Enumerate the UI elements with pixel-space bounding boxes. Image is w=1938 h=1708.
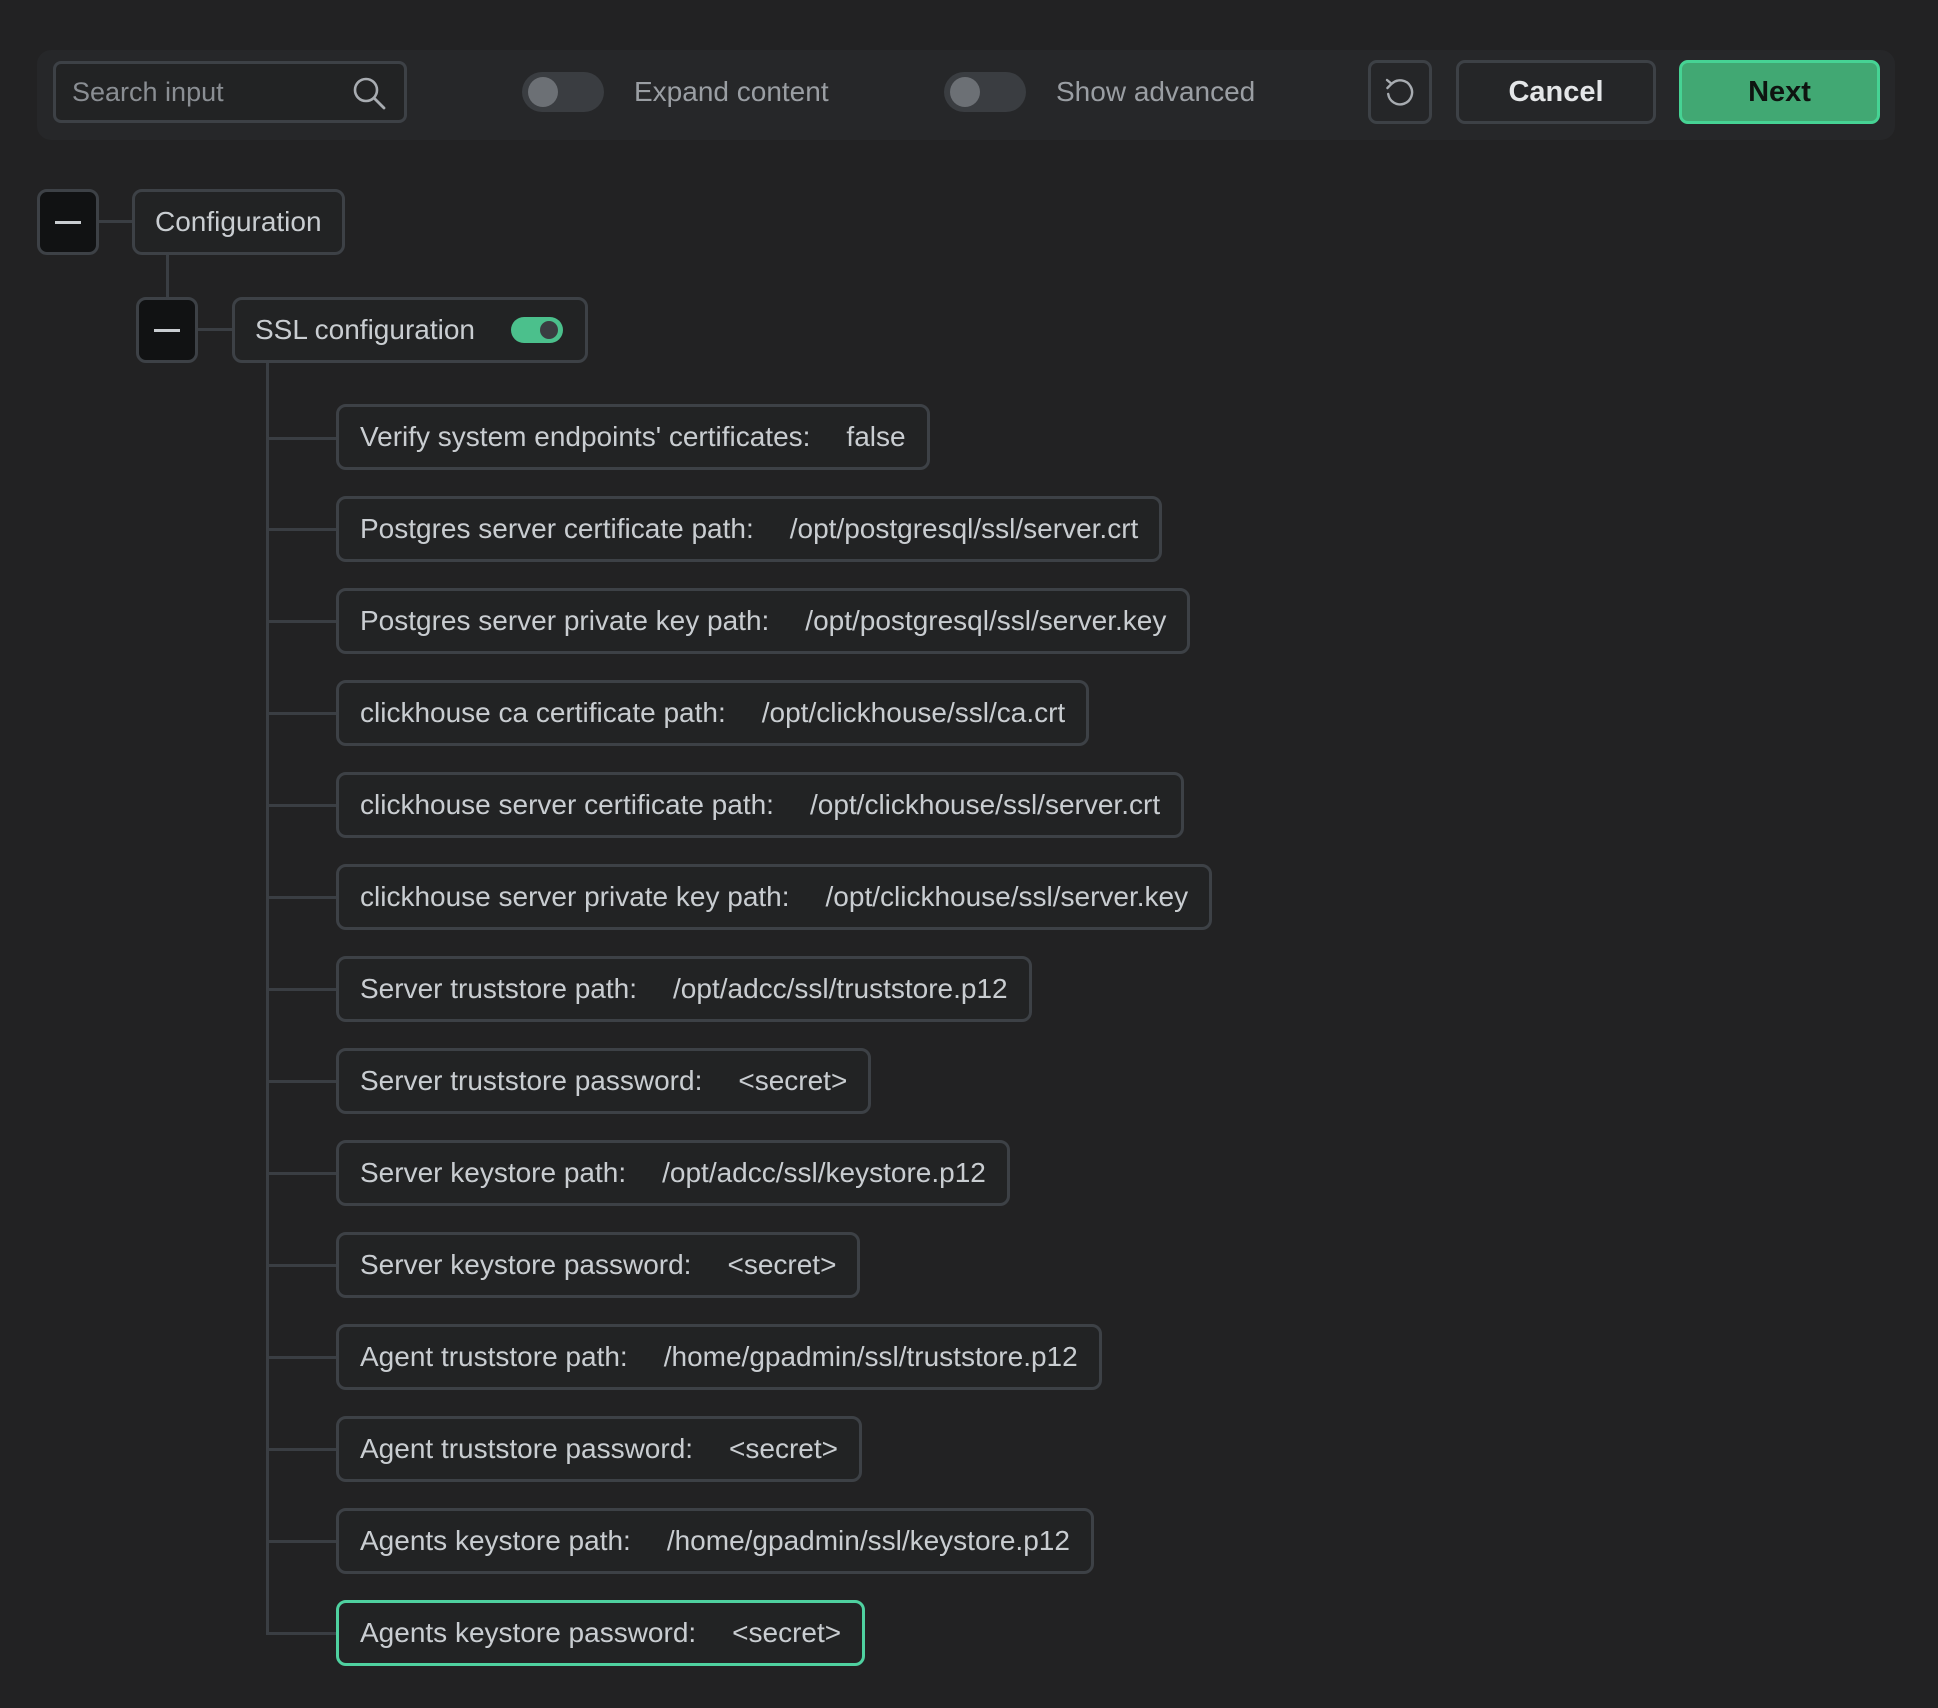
tree-connector <box>266 896 336 899</box>
item-value: /opt/postgresql/ssl/server.key <box>805 605 1167 636</box>
tree-item-selected[interactable]: Agents keystore password: <secret> <box>336 1600 866 1666</box>
item-label: clickhouse server private key path: <box>360 881 790 912</box>
item-value: /opt/postgresql/ssl/server.crt <box>789 513 1139 544</box>
tree-connector <box>266 804 336 807</box>
item-value: /opt/clickhouse/ssl/server.key <box>825 881 1189 912</box>
tree-item[interactable]: clickhouse server certificate path: /opt… <box>336 772 1185 838</box>
tree-item[interactable]: Agent truststore path: /home/gpadmin/ssl… <box>336 1324 1102 1390</box>
tree-connector <box>266 1264 336 1267</box>
item-label: Postgres server certificate path: <box>360 513 754 544</box>
item-value: /opt/adcc/ssl/truststore.p12 <box>673 973 1008 1004</box>
collapse-ssl-button[interactable] <box>136 297 198 363</box>
tree-connector <box>266 1632 336 1635</box>
expand-content-label: Expand content <box>634 76 829 107</box>
tree-item[interactable]: Verify system endpoints' certificates: f… <box>336 404 930 470</box>
tree-connector <box>266 528 336 531</box>
tree-connector <box>166 254 169 300</box>
tree-node-configuration[interactable]: Configuration <box>132 189 345 255</box>
search-input[interactable] <box>70 64 350 120</box>
ssl-enabled-toggle[interactable] <box>511 317 563 343</box>
item-value: /home/gpadmin/ssl/keystore.p12 <box>666 1525 1070 1556</box>
show-advanced-toggle[interactable] <box>944 72 1026 112</box>
tree-node-label: SSL configuration <box>255 314 475 345</box>
item-value: <secret> <box>727 1249 837 1280</box>
item-label: Agents keystore path: <box>360 1525 631 1556</box>
tree-item[interactable]: Server truststore password: <secret> <box>336 1048 872 1114</box>
tree-item[interactable]: Postgres server private key path: /opt/p… <box>336 588 1191 654</box>
tree-connector <box>266 362 269 1634</box>
tree-connector <box>266 620 336 623</box>
item-value: /opt/clickhouse/ssl/server.crt <box>809 789 1161 820</box>
tree-item[interactable]: Postgres server certificate path: /opt/p… <box>336 496 1163 562</box>
item-value: /home/gpadmin/ssl/truststore.p12 <box>663 1341 1078 1372</box>
tree-item[interactable]: Agents keystore path: /home/gpadmin/ssl/… <box>336 1508 1094 1574</box>
item-label: Agent truststore path: <box>360 1341 628 1372</box>
tree-node-label: Configuration <box>155 206 322 237</box>
tree-connector <box>266 1172 336 1175</box>
item-label: Agent truststore password: <box>360 1433 694 1464</box>
tree-connector <box>266 1540 336 1543</box>
minus-icon <box>154 329 180 332</box>
cancel-button[interactable]: Cancel <box>1456 60 1656 124</box>
tree-item[interactable]: clickhouse ca certificate path: /opt/cli… <box>336 680 1090 746</box>
tree-connector <box>197 328 233 331</box>
toggle-knob <box>528 77 558 107</box>
tree-item[interactable]: Server truststore path: /opt/adcc/ssl/tr… <box>336 956 1032 1022</box>
next-button[interactable]: Next <box>1679 60 1880 124</box>
item-label: Server keystore password: <box>360 1249 692 1280</box>
item-value: false <box>846 421 906 452</box>
tree-connector <box>266 437 336 440</box>
item-value: /opt/adcc/ssl/keystore.p12 <box>662 1157 986 1188</box>
toggle-knob <box>950 77 980 107</box>
item-label: Verify system endpoints' certificates: <box>360 421 811 452</box>
tree-node-ssl-configuration[interactable]: SSL configuration <box>232 297 588 363</box>
item-label: Server truststore password: <box>360 1065 703 1096</box>
expand-content-toggle[interactable] <box>522 72 604 112</box>
collapse-configuration-button[interactable] <box>37 189 99 255</box>
item-value: <secret> <box>732 1617 842 1648</box>
tree-connector <box>266 1356 336 1359</box>
search-box[interactable] <box>53 61 407 123</box>
tree-connector <box>266 988 336 991</box>
item-label: clickhouse ca certificate path: <box>360 697 726 728</box>
item-label: clickhouse server certificate path: <box>360 789 774 820</box>
show-advanced-label: Show advanced <box>1056 76 1256 107</box>
item-label: Postgres server private key path: <box>360 605 770 636</box>
tree-item[interactable]: Server keystore path: /opt/adcc/ssl/keys… <box>336 1140 1010 1206</box>
tree-connector <box>266 1080 336 1083</box>
item-label: Agents keystore password: <box>360 1617 697 1648</box>
item-value: <secret> <box>729 1433 838 1464</box>
minus-icon <box>55 221 81 224</box>
toggle-knob <box>540 321 558 339</box>
tree-connector <box>266 1448 336 1451</box>
tree-item[interactable]: clickhouse server private key path: /opt… <box>336 864 1213 930</box>
reset-icon <box>1385 78 1414 106</box>
search-icon[interactable] <box>352 76 386 110</box>
item-value: <secret> <box>738 1065 848 1096</box>
reset-button[interactable] <box>1368 60 1432 124</box>
item-label: Server truststore path: <box>360 973 638 1004</box>
tree-item[interactable]: Server keystore password: <secret> <box>336 1232 861 1298</box>
item-value: /opt/clickhouse/ssl/ca.crt <box>761 697 1066 728</box>
tree-connector <box>98 220 134 223</box>
tree-connector <box>266 712 336 715</box>
item-label: Server keystore path: <box>360 1157 627 1188</box>
tree-item[interactable]: Agent truststore password: <secret> <box>336 1416 862 1482</box>
